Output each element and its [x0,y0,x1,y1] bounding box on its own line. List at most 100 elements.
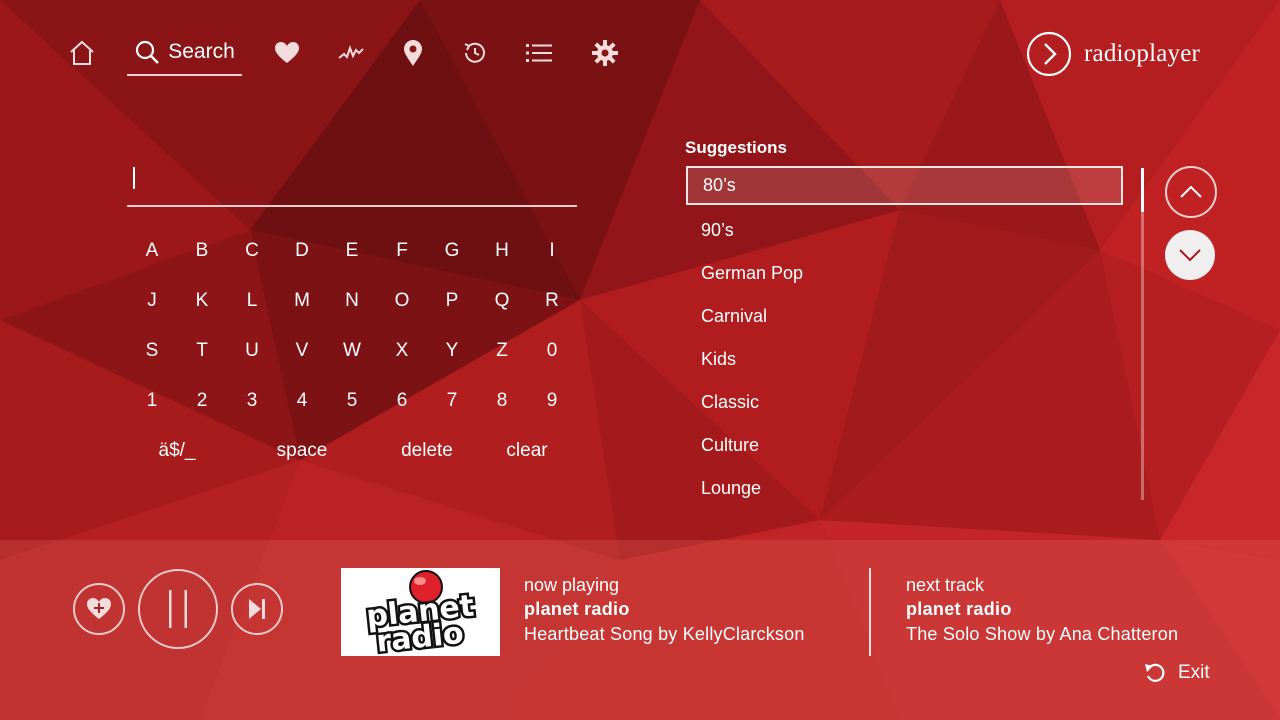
skip-next-icon [249,599,265,619]
key[interactable]: X [377,326,427,376]
nav-location[interactable] [391,30,435,76]
key[interactable]: Q [477,276,527,326]
nav-favourites[interactable] [265,30,309,76]
key[interactable]: B [177,226,227,276]
key[interactable]: G [427,226,477,276]
suggestion-item[interactable]: Kids [686,338,1123,381]
keyboard-row: A B C D E F G H I [127,226,577,276]
keyboard-row: 1 2 3 4 5 6 7 8 9 [127,376,577,426]
key[interactable]: 8 [477,376,527,426]
key[interactable]: P [427,276,477,326]
brand-name: radioplayer [1084,40,1201,67]
suggestion-item[interactable]: 80’s [686,166,1123,205]
next-track-label: next track [906,575,985,595]
nav-search[interactable]: Search [127,30,242,76]
suggestions-title: Suggestions [685,138,788,157]
nav-list[interactable] [517,30,561,76]
top-nav: Search [60,30,627,76]
key-space[interactable]: space [227,426,377,476]
key[interactable]: 5 [327,376,377,426]
key[interactable]: 9 [527,376,577,426]
info-divider [869,568,871,656]
scroll-up-button[interactable] [1165,166,1217,218]
suggestion-item[interactable]: Lounge [686,467,1123,510]
key[interactable]: K [177,276,227,326]
exit-button[interactable]: Exit [1144,662,1210,684]
nav-search-label: Search [168,40,235,63]
key[interactable]: 6 [377,376,427,426]
undo-arrow-icon [1145,663,1165,682]
search-icon [136,40,160,64]
home-icon [70,40,94,65]
next-track-info: next track planet radio The Solo Show by… [906,573,1178,647]
next-track-title: The Solo Show by Ana Chatteron [906,624,1179,644]
key[interactable]: 1 [127,376,177,426]
suggestion-item[interactable]: Classic [686,381,1123,424]
now-playing-station: planet radio [524,599,630,619]
keyboard-row: J K L M N O P Q R [127,276,577,326]
next-track-station: planet radio [906,599,1012,619]
exit-label: Exit [1178,662,1210,683]
key[interactable]: S [127,326,177,376]
key[interactable]: D [277,226,327,276]
add-favourite-button[interactable] [73,583,125,635]
key[interactable]: 4 [277,376,327,426]
scrollbar-thumb[interactable] [1141,168,1144,212]
key[interactable]: 3 [227,376,277,426]
suggestion-item[interactable]: Culture [686,424,1123,467]
key[interactable]: Y [427,326,477,376]
nav-history[interactable] [453,30,497,76]
keyboard-row-special: ä$/_ space delete clear [127,426,577,476]
key[interactable]: F [377,226,427,276]
suggestions-list: 80’s 90’s German Pop Carnival Kids Class… [686,166,1123,510]
key[interactable]: Z [477,326,527,376]
radioplayer-logo: radioplayer [1026,31,1200,77]
history-icon [464,42,485,63]
key[interactable]: R [527,276,577,326]
key-delete[interactable]: delete [377,426,477,476]
scrollbar-track[interactable] [1141,168,1144,500]
key[interactable]: H [477,226,527,276]
keyboard-row: S T U V W X Y Z 0 [127,326,577,376]
chevron-up-icon [1180,185,1202,198]
nav-home[interactable] [60,30,104,76]
planet-radio-logo: planet radio [362,570,478,655]
key[interactable]: W [327,326,377,376]
key[interactable]: C [227,226,277,276]
key[interactable]: U [227,326,277,376]
suggestion-item[interactable]: 90’s [686,209,1123,252]
chevron-down-icon [1179,249,1201,262]
key-clear[interactable]: clear [477,426,577,476]
key[interactable]: 7 [427,376,477,426]
search-field[interactable] [127,160,581,207]
now-playing-info: now playing planet radio Heartbeat Song … [524,573,805,647]
key[interactable]: V [277,326,327,376]
search-input[interactable] [127,160,581,200]
key[interactable]: L [227,276,277,326]
key[interactable]: 2 [177,376,227,426]
suggestion-item[interactable]: German Pop [686,252,1123,295]
nav-settings[interactable] [583,30,627,76]
key[interactable]: A [127,226,177,276]
suggestion-item[interactable]: Carnival [686,295,1123,338]
key[interactable]: I [527,226,577,276]
chevron-right-circle-icon [1026,31,1072,77]
station-logo: planet radio [341,568,500,656]
nav-trending[interactable] [329,30,373,76]
now-playing-label: now playing [524,575,620,595]
on-screen-keyboard: A B C D E F G H I J K L M N O P Q R S T … [127,226,577,476]
key[interactable]: J [127,276,177,326]
key[interactable]: 0 [527,326,577,376]
skip-next-button[interactable] [231,583,283,635]
now-playing-track: Heartbeat Song by KellyClarckson [524,624,805,644]
text-caret [133,167,135,189]
scroll-down-button[interactable] [1165,230,1215,280]
key[interactable]: N [327,276,377,326]
key[interactable]: T [177,326,227,376]
key[interactable]: E [327,226,377,276]
trending-icon [338,45,364,59]
key[interactable]: M [277,276,327,326]
pause-button[interactable] [138,569,218,649]
key[interactable]: O [377,276,427,326]
key-symbols[interactable]: ä$/_ [127,426,227,476]
